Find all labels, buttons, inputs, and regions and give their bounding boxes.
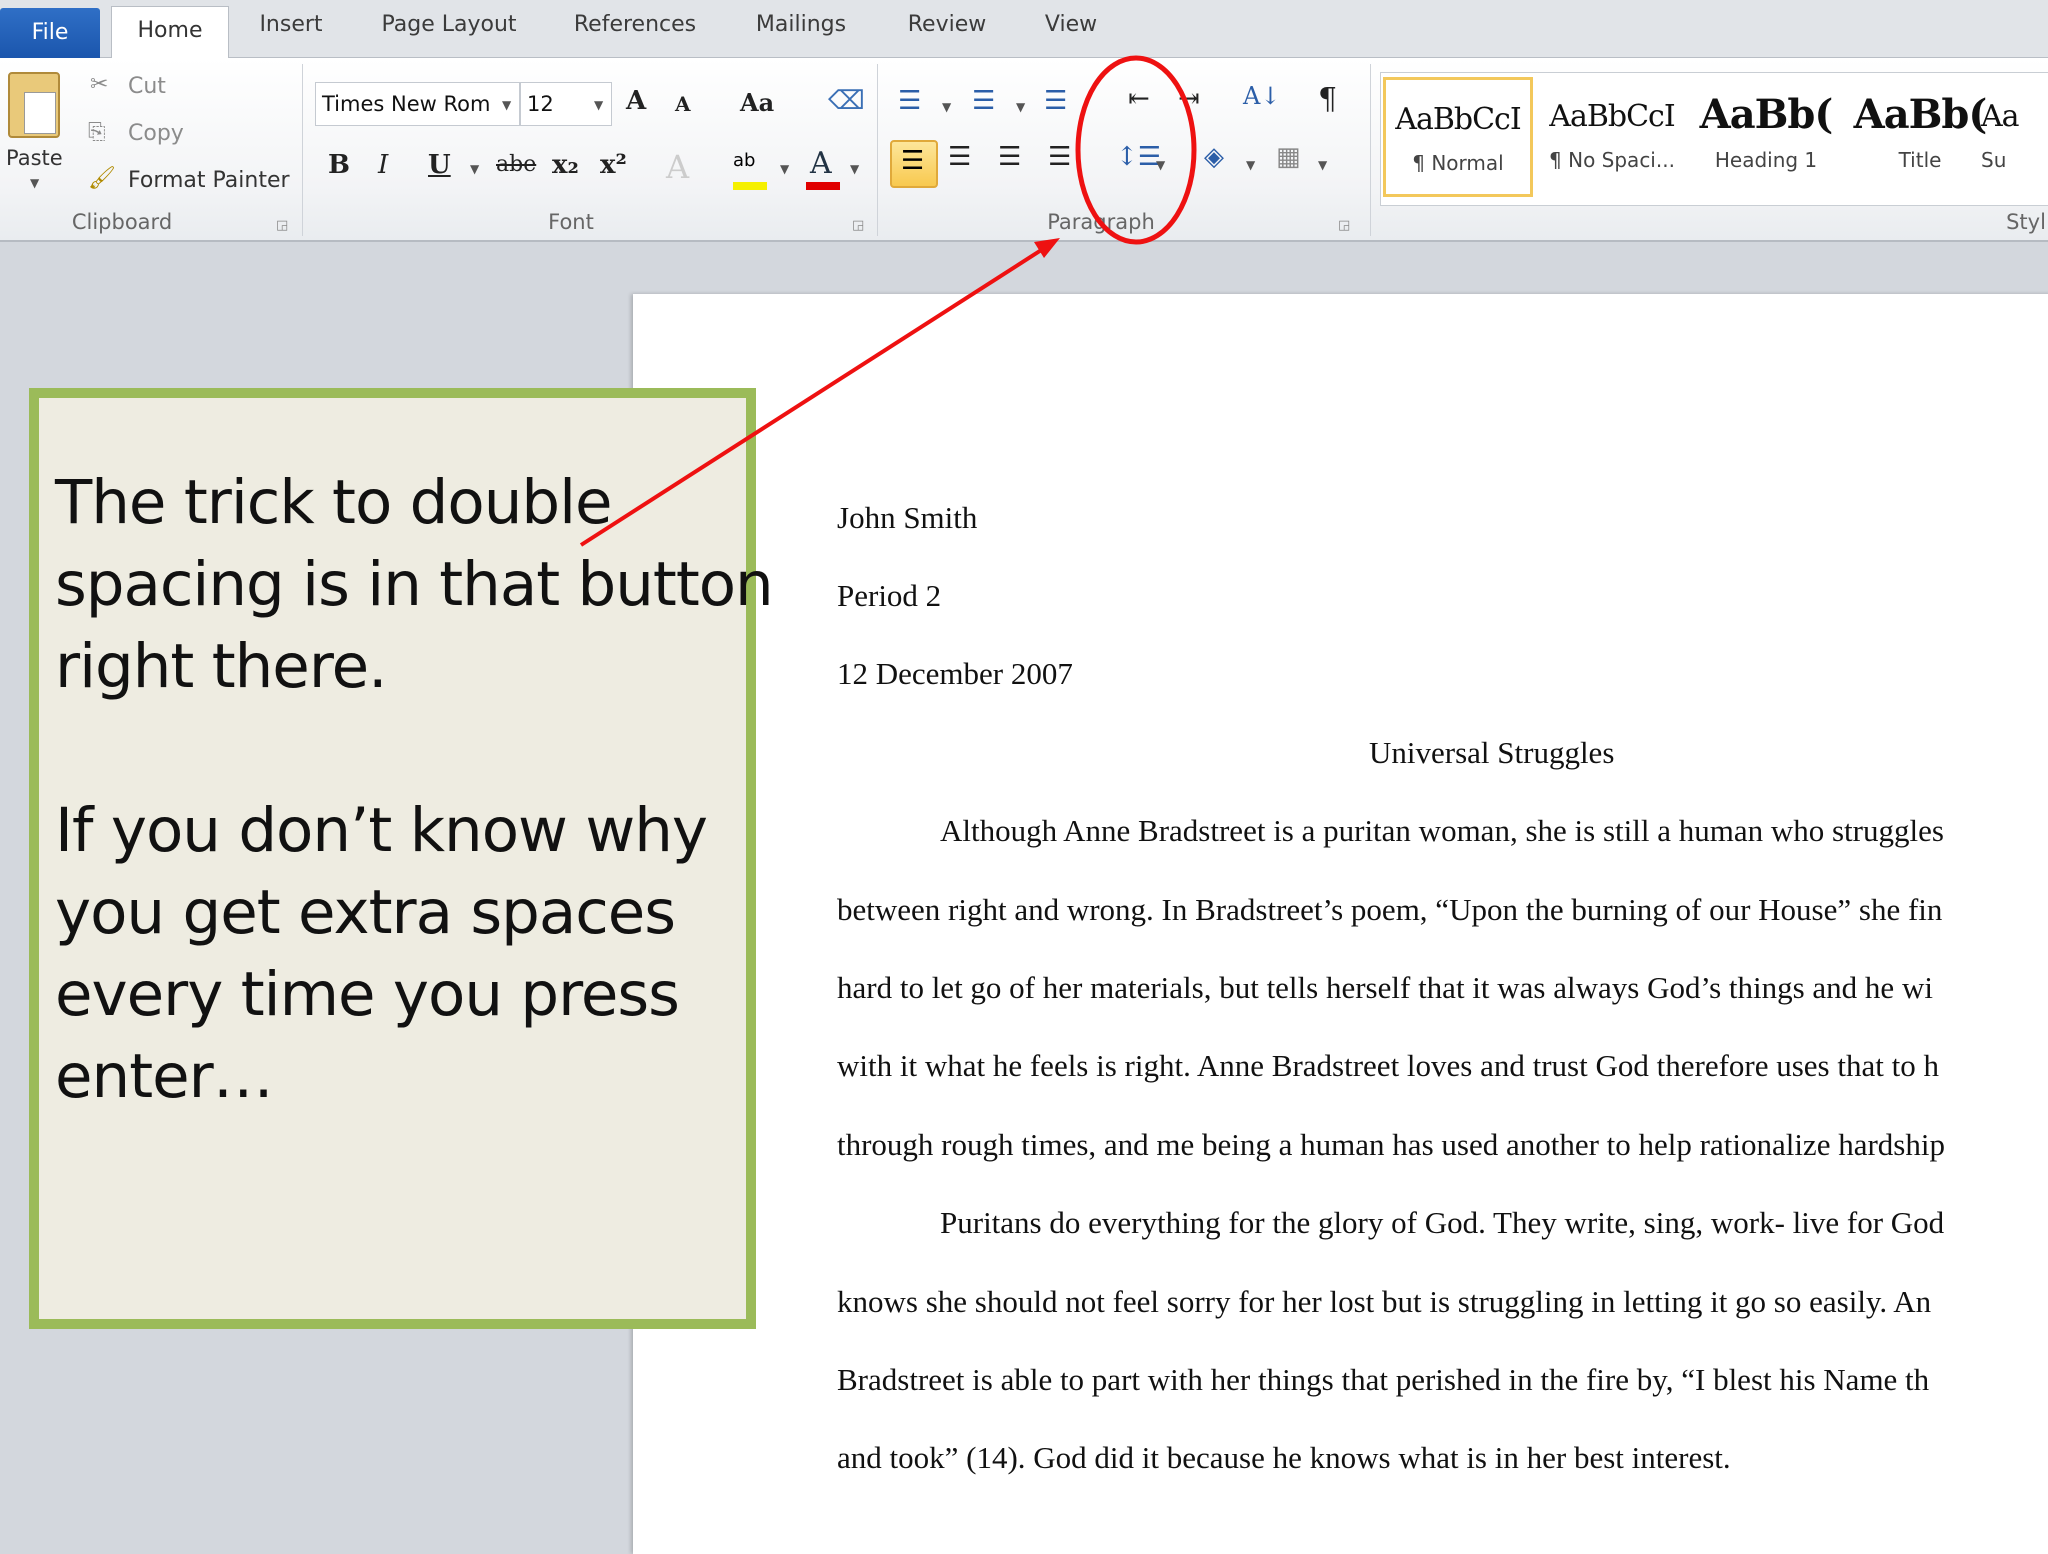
arrow-head-icon <box>1034 238 1060 258</box>
annotation-overlay <box>579 55 1197 547</box>
highlight-circle <box>1075 55 1197 245</box>
annotation-arrow <box>579 245 1048 547</box>
